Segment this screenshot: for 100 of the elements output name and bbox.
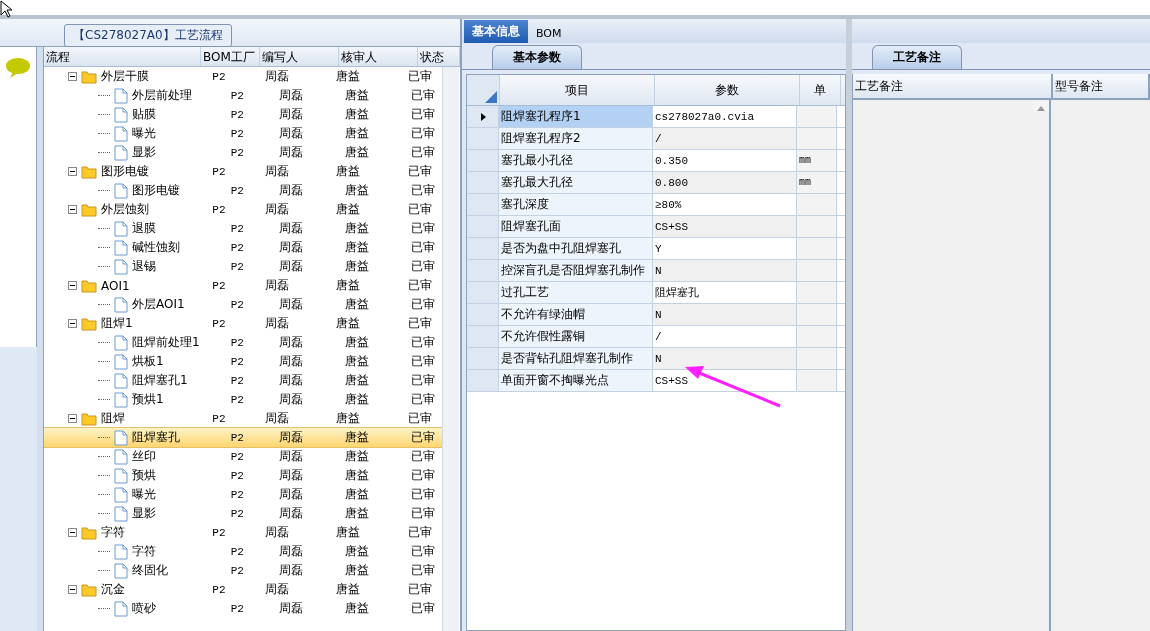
tree-row[interactable]: 贴膜 P2 周磊 唐益 已审 — [44, 105, 442, 124]
tree-label: AOI1 — [101, 278, 130, 293]
tree-label: 显影 — [132, 505, 156, 522]
scroll-up-icon[interactable] — [1037, 106, 1045, 111]
row-header[interactable] — [467, 106, 499, 127]
table-cell[interactable]: 阻焊塞孔 — [653, 282, 797, 303]
tree-row[interactable]: 喷砂 P2 周磊 唐益 已审 — [44, 599, 442, 618]
tree-row[interactable]: 退膜 P2 周磊 唐益 已审 — [44, 219, 442, 238]
table-cell[interactable]: / — [653, 326, 797, 347]
tab[interactable]: 基本参数 — [492, 45, 582, 69]
table-cell[interactable]: ≥80% — [653, 194, 797, 215]
table-cell[interactable]: 阻焊塞孔程序1 — [499, 106, 653, 127]
column-header[interactable]: 参数 — [655, 75, 800, 105]
tree-row[interactable]: 显影 P2 周磊 唐益 已审 — [44, 143, 442, 162]
tab[interactable]: 基本信息 — [464, 20, 528, 43]
tree-row[interactable]: 碱性蚀刻 P2 周磊 唐益 已审 — [44, 238, 442, 257]
column-header[interactable]: 核审人 — [339, 47, 419, 66]
tree-row[interactable]: 外层AOI1 P2 周磊 唐益 已审 — [44, 295, 442, 314]
tree-row[interactable]: 曝光 P2 周磊 唐益 已审 — [44, 485, 442, 504]
column-header[interactable]: 工艺备注 — [853, 74, 1053, 98]
table-cell-text: 已审 — [409, 467, 436, 484]
table-cell[interactable]: 0.800 — [653, 172, 797, 193]
scrollbar[interactable] — [442, 67, 459, 631]
table-cell[interactable]: 单面开窗不掏曝光点 — [499, 370, 653, 391]
column-header[interactable]: 状态 — [418, 47, 460, 66]
collapse-icon[interactable] — [68, 205, 77, 214]
tree-row[interactable]: 外层干膜 P2 周磊 唐益 已审 — [44, 67, 442, 86]
tree-label: 碱性蚀刻 — [132, 239, 180, 256]
tree-row[interactable]: 图形电镀 P2 周磊 唐益 已审 — [44, 181, 442, 200]
table-cell[interactable]: CS+SS — [653, 370, 797, 391]
table-cell-text: P2 — [229, 298, 245, 311]
tree-row[interactable]: 阻焊塞孔 P2 周磊 唐益 已审 — [44, 428, 442, 447]
table-cell[interactable]: N — [653, 348, 797, 369]
collapse-icon[interactable] — [68, 585, 77, 594]
scrollbar[interactable] — [1033, 100, 1049, 111]
tree-row[interactable]: 沉金 P2 周磊 唐益 已审 — [44, 580, 442, 599]
collapse-icon[interactable] — [68, 414, 77, 423]
tree-row[interactable]: 阻焊塞孔1 P2 周磊 唐益 已审 — [44, 371, 442, 390]
column-header[interactable]: 型号备注 — [1053, 74, 1150, 98]
table-cell-text: 唐益 — [344, 334, 370, 351]
tree-row[interactable]: 曝光 P2 周磊 唐益 已审 — [44, 124, 442, 143]
collapse-icon[interactable] — [68, 319, 77, 328]
table-cell[interactable]: 0.350 — [653, 150, 797, 171]
panel-title[interactable]: 【CS278027A0】工艺流程 — [64, 24, 232, 47]
tree-row[interactable]: 预烘 P2 周磊 唐益 已审 — [44, 466, 442, 485]
tree-label: 外层前处理 — [132, 87, 192, 104]
tab[interactable]: BOM — [528, 24, 570, 43]
tree-row[interactable]: 阻焊前处理1 P2 周磊 唐益 已审 — [44, 333, 442, 352]
tab[interactable]: 工艺备注 — [872, 45, 962, 69]
table-cell-text: 唐益 — [344, 182, 370, 199]
table-cell[interactable]: cs278027a0.cvia — [653, 106, 797, 127]
table-cell[interactable]: 塞孔最大孔径 — [499, 172, 653, 193]
table-cell[interactable]: 塞孔最小孔径 — [499, 150, 653, 171]
tree-row[interactable]: AOI1 P2 周磊 唐益 已审 — [44, 276, 442, 295]
table-cell-text: 唐益 — [335, 524, 362, 541]
column-header[interactable]: 项目 — [500, 75, 655, 105]
tree-row[interactable]: 预烘1 P2 周磊 唐益 已审 — [44, 390, 442, 409]
column-header[interactable]: 编写人 — [260, 47, 340, 66]
collapse-icon[interactable] — [68, 72, 77, 81]
tree-row[interactable]: 字符 P2 周磊 唐益 已审 — [44, 542, 442, 561]
column-header[interactable]: BOM工厂 — [201, 47, 261, 66]
tree-row[interactable]: 外层前处理 P2 周磊 唐益 已审 — [44, 86, 442, 105]
tree-row[interactable]: 外层蚀刻 P2 周磊 唐益 已审 — [44, 200, 442, 219]
document-icon — [114, 353, 128, 370]
table-cell[interactable]: CS+SS — [653, 216, 797, 237]
table-cell-text: P2 — [229, 431, 245, 444]
collapse-icon[interactable] — [68, 167, 77, 176]
table-cell[interactable]: 是否背钻孔阻焊塞孔制作 — [499, 348, 653, 369]
collapse-icon[interactable] — [68, 281, 77, 290]
tree-row[interactable]: 阻焊 P2 周磊 唐益 已审 — [44, 409, 442, 428]
table-cell[interactable]: 是否为盘中孔阻焊塞孔 — [499, 238, 653, 259]
table-cell-text: 已审 — [409, 372, 436, 389]
table-cell-text: 已审 — [409, 448, 436, 465]
tree-row[interactable]: 退锡 P2 周磊 唐益 已审 — [44, 257, 442, 276]
table-cell[interactable]: / — [653, 128, 797, 149]
table-cell[interactable]: 不允许有绿油帽 — [499, 304, 653, 325]
table-cell[interactable]: 塞孔深度 — [499, 194, 653, 215]
tree-row[interactable]: 图形电镀 P2 周磊 唐益 已审 — [44, 162, 442, 181]
tree-row[interactable]: 显影 P2 周磊 唐益 已审 — [44, 504, 442, 523]
table-cell[interactable]: N — [653, 260, 797, 281]
collapse-icon[interactable] — [68, 528, 77, 537]
tree-row[interactable]: 字符 P2 周磊 唐益 已审 — [44, 523, 442, 542]
table-cell-text: P2 — [211, 526, 227, 539]
table-cell[interactable]: Y — [653, 238, 797, 259]
table-cell[interactable]: 不允许假性露铜 — [499, 326, 653, 347]
table-cell[interactable]: 阻焊塞孔面 — [499, 216, 653, 237]
table-cell[interactable]: 过孔工艺 — [499, 282, 653, 303]
table-cell[interactable]: 阻焊塞孔程序2 — [499, 128, 653, 149]
tree-row[interactable]: 丝印 P2 周磊 唐益 已审 — [44, 447, 442, 466]
tree-row[interactable]: 阻焊1 P2 周磊 唐益 已审 — [44, 314, 442, 333]
column-header[interactable]: 流程 — [44, 47, 202, 66]
column-header[interactable]: 单 — [800, 75, 841, 105]
document-icon — [114, 220, 128, 237]
speech-bubble-icon[interactable] — [5, 57, 31, 79]
table-cell-text: 周磊 — [264, 163, 291, 180]
table-cell[interactable]: 控深盲孔是否阻焊塞孔制作 — [499, 260, 653, 281]
tree-row[interactable]: 终固化 P2 周磊 唐益 已审 — [44, 561, 442, 580]
table-cell-text: 已审 — [406, 315, 433, 332]
table-cell[interactable]: N — [653, 304, 797, 325]
tree-row[interactable]: 烘板1 P2 周磊 唐益 已审 — [44, 352, 442, 371]
